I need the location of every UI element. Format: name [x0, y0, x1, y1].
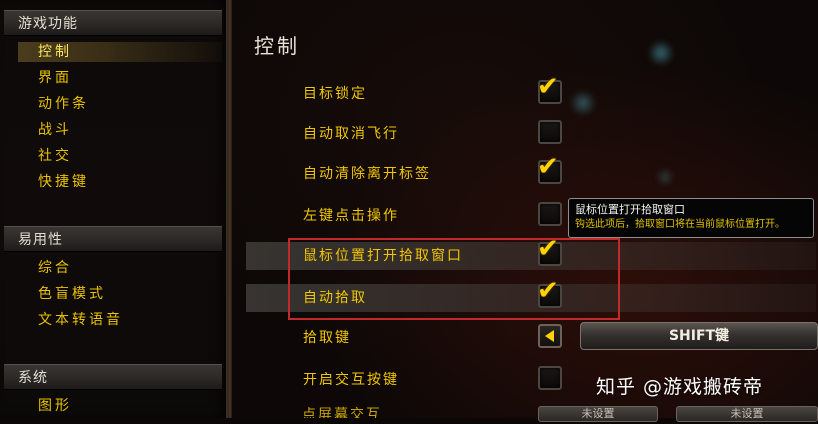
background-glow	[570, 90, 596, 116]
option-label-auto-dismount: 自动取消飞行	[303, 126, 399, 142]
checkbox-target-lock[interactable]: ✔	[537, 72, 562, 104]
option-label-target-lock: 目标锁定	[303, 86, 367, 102]
section-header-accessibility[interactable]: 易用性	[4, 226, 222, 252]
section-header-system[interactable]: 系统	[4, 364, 222, 390]
tooltip: 鼠标位置打开拾取窗口 钩选此项后，拾取窗口将在当前鼠标位置打开。	[568, 198, 814, 238]
section-header-game-features[interactable]: 游戏功能	[4, 10, 222, 36]
checkbox-auto-clear-afk[interactable]: ✔	[537, 152, 562, 184]
tooltip-title: 鼠标位置打开拾取窗口	[575, 203, 685, 216]
loot-key-dropdown[interactable]: SHIFT键	[580, 322, 818, 350]
sidebar-item-graphics[interactable]: 图形	[38, 396, 72, 416]
option-label-interact-key: 开启交互按键	[303, 372, 399, 388]
checkbox-left-click[interactable]	[538, 202, 562, 226]
keybind-button-1[interactable]: 未设置	[538, 406, 658, 422]
page-title: 控制	[254, 34, 300, 58]
background-glow	[648, 40, 674, 66]
sidebar-item-social[interactable]: 社交	[38, 146, 72, 166]
checkmark-icon: ✔	[537, 72, 559, 102]
keybind-button-2[interactable]: 未设置	[676, 406, 818, 422]
sidebar-item-keybindings[interactable]: 快捷键	[38, 172, 89, 192]
settings-sidebar: 游戏功能 控制 界面 动作条 战斗 社交 快捷键 易用性 综合 色盲模式 文本转…	[0, 0, 232, 418]
checkmark-icon: ✔	[537, 152, 559, 182]
tooltip-text: 钩选此项后，拾取窗口将在当前鼠标位置打开。	[575, 219, 785, 230]
annotation-highlight-box	[288, 238, 620, 320]
checkbox-interact-key[interactable]	[538, 366, 562, 390]
sidebar-item-colorblind-mode[interactable]: 色盲模式	[38, 284, 106, 304]
sidebar-item-text-to-speech[interactable]: 文本转语音	[38, 310, 123, 330]
sidebar-item-controls[interactable]: 控制	[18, 42, 222, 62]
option-label-click-to-interact: 点屏幕交互	[302, 407, 382, 423]
sidebar-item-action-bars[interactable]: 动作条	[38, 94, 89, 114]
option-label-loot-key: 拾取键	[303, 330, 351, 346]
sidebar-item-combat[interactable]: 战斗	[38, 120, 72, 140]
sidebar-item-general[interactable]: 综合	[38, 258, 72, 278]
sidebar-item-interface[interactable]: 界面	[38, 68, 72, 88]
option-label-left-click: 左键点击操作	[303, 208, 399, 224]
loot-key-prev-button[interactable]	[538, 324, 562, 348]
background-glow	[656, 168, 674, 186]
watermark: 知乎 @游戏搬砖帝	[596, 376, 764, 398]
option-label-auto-clear-afk: 自动清除离开标签	[303, 166, 431, 182]
checkbox-auto-dismount[interactable]	[538, 120, 562, 144]
